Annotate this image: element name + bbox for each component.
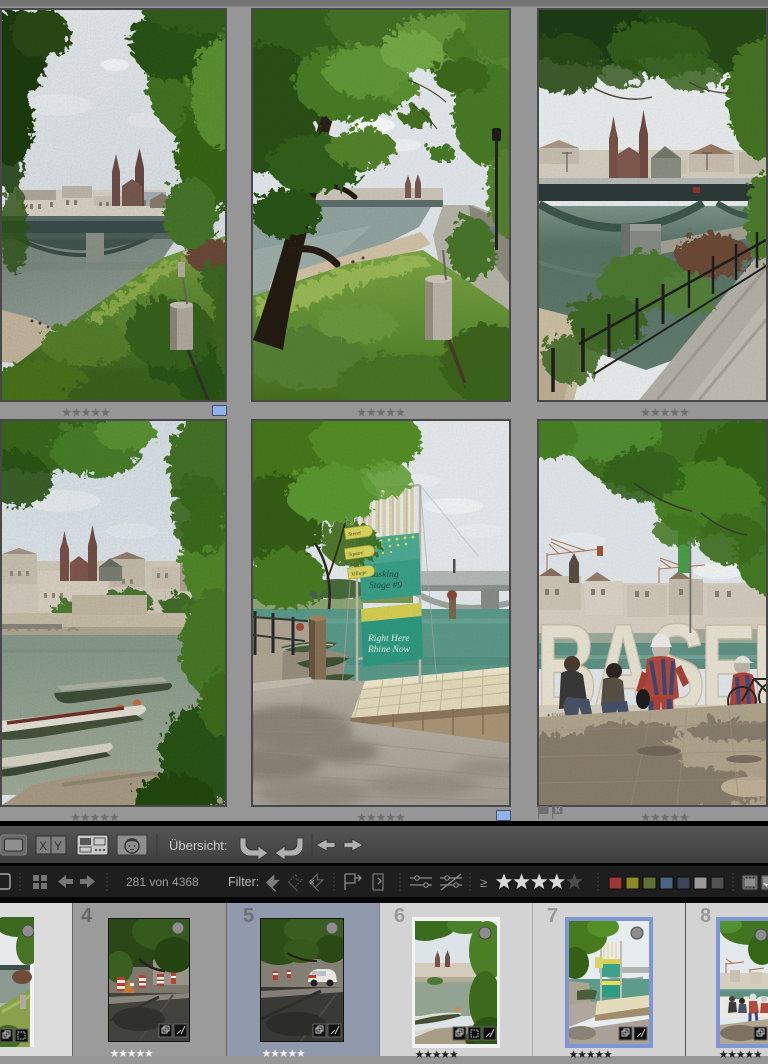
svg-text:281 von 4368: 281 von 4368 <box>126 875 199 889</box>
svg-text:Übersicht:: Übersicht: <box>169 838 228 853</box>
svg-text:Y: Y <box>54 839 62 853</box>
svg-text:≥: ≥ <box>480 875 487 890</box>
svg-text:Filter:: Filter: <box>228 875 259 889</box>
svg-text:X: X <box>39 839 47 853</box>
